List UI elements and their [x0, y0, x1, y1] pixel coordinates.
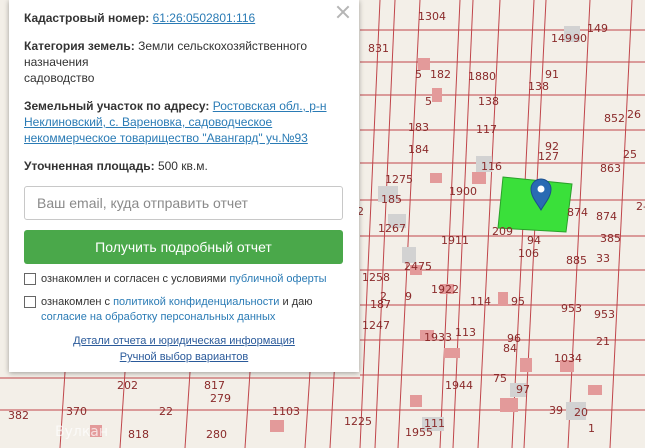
address-row: Земельный участок по адресу: Ростовская …: [24, 98, 344, 146]
parcel-number-label: 113: [455, 326, 476, 339]
parcel-number-label: 370: [66, 405, 87, 418]
privacy-consent-mid: и даю: [282, 296, 313, 308]
parcel-number-label: 91: [545, 68, 559, 81]
cadastral-row: Кадастровый номер: 61:26:0502801:116: [24, 10, 344, 26]
parcel-number-label: 1267: [378, 222, 406, 235]
parcel-number-label: 25: [623, 148, 637, 161]
parcel-number-label: 1900: [449, 185, 477, 198]
privacy-consent-text: ознакомлен с политикой конфиденциальност…: [41, 295, 344, 325]
offer-consent-label: ознакомлен и согласен с условиями: [41, 273, 227, 285]
parcel-number-label: 852: [604, 112, 625, 125]
area-value: 500 кв.м.: [157, 159, 208, 173]
close-icon[interactable]: [335, 4, 351, 20]
parcel-number-label: 5: [425, 95, 432, 108]
parcel-number-label: 90: [573, 32, 587, 45]
parcel-number-label: 818: [128, 428, 149, 441]
parcel-number-label: 138: [478, 95, 499, 108]
parcel-number-label: 1034: [554, 352, 582, 365]
parcel-number-label: 2: [380, 290, 387, 303]
parcel-number-label: 94: [527, 234, 541, 247]
parcel-info-popup: Кадастровый номер: 61:26:0502801:116 Кат…: [9, 0, 359, 372]
privacy-consent: ознакомлен с политикой конфиденциальност…: [24, 295, 344, 325]
parcel-number-label: 116: [481, 160, 502, 173]
area-row: Уточненная площадь: 500 кв.м.: [24, 158, 344, 174]
parcel-number-label: 1304: [418, 10, 446, 23]
parcel-number-label: 2475: [404, 260, 432, 273]
parcel-number-label: 874: [596, 210, 617, 223]
parcel-number-label: 9: [405, 290, 412, 303]
popup-footer-links: Детали отчета и юридическая информация Р…: [9, 333, 359, 365]
parcel-number-label: 1: [588, 422, 595, 435]
parcel-number-label: 149: [587, 22, 608, 35]
privacy-consent-checkbox[interactable]: [24, 296, 36, 308]
parcel-number-label: 5: [415, 68, 422, 81]
parcel-number-label: 127: [538, 150, 559, 163]
parcel-number-label: 1944: [445, 379, 473, 392]
parcel-number-label: 953: [594, 308, 615, 321]
offer-consent-text: ознакомлен и согласен с условиями публич…: [41, 272, 327, 287]
parcel-number-label: 874: [567, 206, 588, 219]
parcel-number-label: 382: [8, 409, 29, 422]
parcel-number-label: 185: [381, 193, 402, 206]
address-label: Земельный участок по адресу:: [24, 99, 210, 113]
parcel-number-label: 26: [627, 108, 641, 121]
parcel-number-label: 95: [511, 295, 525, 308]
parcel-number-label: 1922: [431, 283, 459, 296]
privacy-consent-label: ознакомлен с: [41, 296, 111, 308]
parcel-number-label: 149: [551, 32, 572, 45]
parcel-number-label: 1933: [424, 331, 452, 344]
parcel-number-label: 117: [476, 123, 497, 136]
parcel-number-label: 33: [596, 252, 610, 265]
parcel-number-label: 1880: [468, 70, 496, 83]
parcel-number-label: 1103: [272, 405, 300, 418]
parcel-number-label: 106: [518, 247, 539, 260]
parcel-number-label: 39: [549, 404, 563, 417]
parcel-number-label: 202: [117, 379, 138, 392]
parcel-number-label: 183: [408, 121, 429, 134]
parcel-number-label: 21: [596, 335, 610, 348]
parcel-number-label: 953: [561, 302, 582, 315]
parcel-number-label: 182: [430, 68, 451, 81]
offer-consent: ознакомлен и согласен с условиями публич…: [24, 272, 344, 287]
cadastral-label: Кадастровый номер:: [24, 11, 150, 25]
parcel-number-label: 138: [528, 80, 549, 93]
cadastral-number-link[interactable]: 61:26:0502801:116: [153, 11, 256, 25]
parcel-number-label: 114: [470, 295, 491, 308]
parcel-number-label: 111: [424, 417, 445, 430]
parcel-number-label: 885: [566, 254, 587, 267]
parcel-number-label: 385: [600, 232, 621, 245]
parcel-number-label: 75: [493, 372, 507, 385]
parcel-number-label: 2-9: [636, 200, 645, 213]
parcel-number-label: 279: [210, 392, 231, 405]
parcel-number-label: 831: [368, 42, 389, 55]
get-report-button[interactable]: Получить подробный отчет: [24, 230, 343, 264]
parcel-number-label: 817: [204, 379, 225, 392]
area-label: Уточненная площадь:: [24, 159, 155, 173]
privacy-policy-link[interactable]: политикой конфиденциальности: [113, 296, 279, 308]
category-value-2: садоводство: [24, 71, 95, 85]
parcel-number-label: 84: [503, 342, 517, 355]
parcel-number-label: 20: [574, 406, 588, 419]
parcel-number-label: 1225: [344, 415, 372, 428]
parcel-number-label: 97: [516, 383, 530, 396]
offer-consent-checkbox[interactable]: [24, 273, 36, 285]
parcel-number-label: 1275: [385, 173, 413, 186]
parcel-number-label: 184: [408, 143, 429, 156]
public-offer-link[interactable]: публичной оферты: [229, 273, 326, 285]
parcel-number-label: 1247: [362, 319, 390, 332]
manual-selection-link[interactable]: Ручной выбор вариантов: [120, 351, 248, 363]
category-label: Категория земель:: [24, 39, 135, 53]
parcel-number-label: 1911: [441, 234, 469, 247]
personal-data-consent-link[interactable]: согласие на обработку персональных данны…: [41, 311, 275, 323]
parcel-number-label: 209: [492, 225, 513, 238]
map-watermark: Вулкан: [55, 424, 108, 440]
parcel-number-label: 280: [206, 428, 227, 441]
category-row: Категория земель: Земли сельскохозяйстве…: [24, 38, 344, 86]
parcel-number-label: 863: [600, 162, 621, 175]
email-input[interactable]: [24, 186, 343, 220]
parcel-number-label: 22: [159, 405, 173, 418]
parcel-number-label: 1258: [362, 271, 390, 284]
report-details-link[interactable]: Детали отчета и юридическая информация: [73, 335, 295, 347]
